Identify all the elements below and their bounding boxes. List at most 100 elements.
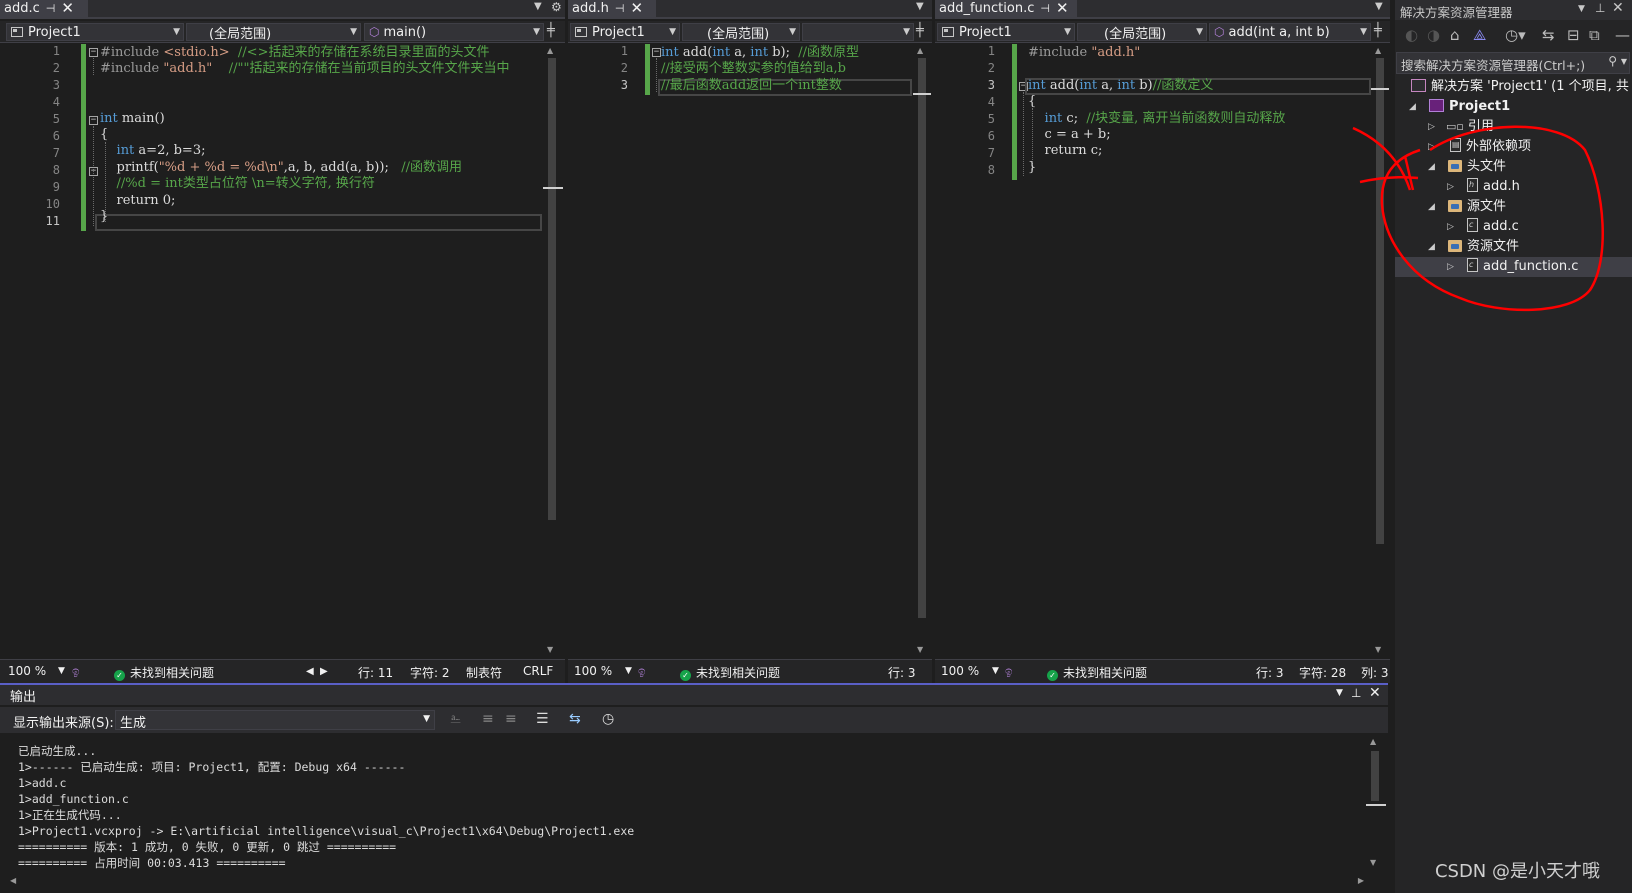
code-area[interactable]: #include <stdio.h> //<>括起来的存储在系统目录里面的头文件… bbox=[100, 44, 542, 644]
scroll-down-icon[interactable]: ▼ bbox=[1370, 858, 1376, 867]
pin-icon[interactable]: ⊥ bbox=[1351, 686, 1361, 700]
line-ending[interactable]: CRLF bbox=[523, 664, 553, 678]
project-combo[interactable]: Project1 ▼ bbox=[937, 23, 1075, 41]
vertical-scrollbar[interactable]: ▲ ▼ bbox=[1372, 44, 1388, 656]
search-icon[interactable]: ⚲ bbox=[1608, 54, 1617, 68]
vertical-scrollbar[interactable]: ▲ ▼ bbox=[544, 44, 560, 656]
split-icon[interactable]: ╪ bbox=[916, 23, 924, 38]
project-combo[interactable]: Project1 ▼ bbox=[570, 23, 680, 41]
zoom-level[interactable]: 100 % bbox=[8, 664, 46, 678]
scroll-down-icon[interactable]: ▼ bbox=[1375, 645, 1381, 654]
expanded-icon[interactable]: ◢ bbox=[1428, 197, 1435, 217]
close-icon[interactable]: ✕ bbox=[61, 1, 74, 16]
chevron-down-icon[interactable]: ▼ bbox=[992, 666, 999, 676]
member-combo[interactable]: ⬡ add(int a, int b) ▼ bbox=[1209, 23, 1371, 41]
chevron-down-icon[interactable]: ▼ bbox=[625, 666, 632, 676]
chevron-down-icon[interactable]: ▼ bbox=[1621, 57, 1627, 66]
code-area[interactable]: #include "add.h" int add(int a, int b)//函… bbox=[1028, 44, 1370, 644]
collapsed-icon[interactable]: ▷ bbox=[1447, 177, 1454, 197]
close-icon[interactable]: ✕ bbox=[1056, 1, 1069, 16]
close-icon[interactable]: ✕ bbox=[1612, 0, 1624, 16]
collapsed-icon[interactable]: ▷ bbox=[1428, 137, 1435, 157]
next-message-icon[interactable]: ≡ bbox=[505, 711, 517, 727]
tab-add-function-c[interactable]: add_function.c ⊣ ✕ bbox=[935, 0, 1077, 17]
scroll-up-icon[interactable]: ▲ bbox=[1370, 737, 1376, 746]
collapsed-icon[interactable]: ▷ bbox=[1447, 257, 1454, 277]
collapsed-icon[interactable]: ▷ bbox=[1428, 117, 1435, 137]
issues-status[interactable]: ✓ 未找到相关问题 bbox=[114, 664, 214, 681]
close-icon[interactable]: ✕ bbox=[1369, 685, 1381, 701]
chevron-down-icon[interactable]: ▼ bbox=[1578, 4, 1585, 14]
tree-headers-folder[interactable]: ◢ 头文件 bbox=[1428, 157, 1506, 177]
fold-toggle[interactable]: − bbox=[89, 116, 98, 125]
sync-icon[interactable]: ⇆ bbox=[1542, 26, 1555, 44]
back-icon[interactable]: ◐ bbox=[1405, 26, 1418, 44]
tree-references[interactable]: ▷ ▭▫ 引用 bbox=[1428, 117, 1494, 137]
split-icon[interactable]: ╪ bbox=[547, 23, 555, 38]
scroll-up-icon[interactable]: ▲ bbox=[917, 46, 923, 55]
scroll-thumb[interactable] bbox=[1371, 751, 1379, 801]
more-icon[interactable]: — bbox=[1615, 26, 1630, 44]
split-icon[interactable]: ╪ bbox=[1374, 23, 1382, 38]
vertical-scrollbar[interactable]: ▲ ▼ bbox=[914, 44, 930, 656]
scroll-thumb[interactable] bbox=[1376, 58, 1384, 544]
intellicode-icon[interactable]: ඉ bbox=[638, 664, 646, 679]
scroll-thumb[interactable] bbox=[918, 58, 926, 618]
scroll-down-icon[interactable]: ▼ bbox=[917, 645, 923, 654]
chevron-down-icon[interactable]: ▼ bbox=[1336, 688, 1343, 698]
prev-message-icon[interactable]: ≡ bbox=[482, 711, 494, 727]
tab-dropdown-icon[interactable]: ▼ bbox=[916, 1, 924, 12]
scroll-up-icon[interactable]: ▲ bbox=[1375, 46, 1381, 55]
tree-sources-folder[interactable]: ◢ 源文件 bbox=[1428, 197, 1506, 217]
fold-toggle[interactable]: − bbox=[89, 167, 98, 176]
output-text[interactable]: 已启动生成... 1>------ 已启动生成: 项目: Project1, 配置… bbox=[18, 733, 634, 871]
source-select[interactable]: 生成 ▼ bbox=[115, 710, 435, 731]
tree-file-add-h[interactable]: ▷ add.h bbox=[1447, 177, 1520, 197]
switch-views-icon[interactable]: ⟁ bbox=[1473, 26, 1486, 44]
issues-status[interactable]: ✓ 未找到相关问题 bbox=[680, 664, 780, 681]
tab-mode[interactable]: 制表符 bbox=[466, 664, 502, 681]
intellicode-icon[interactable]: ඉ bbox=[1005, 664, 1013, 679]
member-combo[interactable]: ▼ bbox=[802, 23, 914, 41]
scroll-left-icon[interactable]: ◀ bbox=[10, 876, 16, 885]
member-combo[interactable]: ⬡ main() ▼ bbox=[364, 23, 544, 41]
expanded-icon[interactable]: ◢ bbox=[1428, 237, 1435, 257]
tab-dropdown-icon[interactable]: ▼ bbox=[1375, 1, 1383, 12]
solution-search-input[interactable]: 搜索解决方案资源管理器(Ctrl+;) ⚲ ▼ bbox=[1396, 52, 1630, 74]
scope-combo[interactable]: (全局范围) ▼ bbox=[1077, 23, 1207, 41]
pin-icon[interactable]: ⊣ bbox=[615, 2, 625, 15]
tree-resources-folder[interactable]: ◢ 资源文件 bbox=[1428, 237, 1519, 257]
close-icon[interactable]: ✕ bbox=[630, 1, 643, 16]
show-all-files-icon[interactable]: ⧉ bbox=[1589, 26, 1600, 44]
pin-icon[interactable]: ⊣ bbox=[1040, 2, 1050, 15]
tree-file-add-c[interactable]: ▷ add.c bbox=[1447, 217, 1519, 237]
fold-toggle[interactable]: − bbox=[89, 48, 98, 57]
pin-icon[interactable]: ⊥ bbox=[1595, 1, 1605, 15]
clock-icon[interactable]: ◷ bbox=[602, 711, 614, 727]
scope-combo[interactable]: (全局范围) ▼ bbox=[186, 23, 361, 41]
output-vertical-scrollbar[interactable]: ▲ ▼ bbox=[1367, 735, 1383, 869]
code-area[interactable]: int add(int a, int b); //函数原型//接受两个整数实参的… bbox=[661, 44, 913, 644]
nav-arrows[interactable]: ◀ ▶ bbox=[306, 666, 328, 677]
output-horizontal-scrollbar[interactable]: ◀ ▶ bbox=[8, 875, 1366, 889]
tab-add-c[interactable]: add.c ⊣ ✕ bbox=[0, 0, 88, 17]
collapsed-icon[interactable]: ▷ bbox=[1447, 217, 1454, 237]
zoom-level[interactable]: 100 % bbox=[941, 664, 979, 678]
scroll-right-icon[interactable]: ▶ bbox=[1358, 876, 1364, 885]
scroll-thumb[interactable] bbox=[548, 58, 556, 520]
goto-message-icon[interactable]: ⎁ bbox=[450, 711, 461, 727]
tree-external-deps[interactable]: ▷ 外部依赖项 bbox=[1428, 137, 1531, 157]
tree-solution[interactable]: 解决方案 'Project1' (1 个项目, 共 bbox=[1411, 77, 1629, 97]
pin-icon[interactable]: ⊣ bbox=[46, 2, 56, 15]
gear-icon[interactable]: ⚙ bbox=[551, 0, 562, 14]
scope-combo[interactable]: (全局范围) ▼ bbox=[682, 23, 800, 41]
tab-dropdown-icon[interactable]: ▼ bbox=[534, 1, 542, 12]
tab-add-h[interactable]: add.h ⊣ ✕ bbox=[568, 0, 656, 17]
collapse-all-icon[interactable]: ⊟ bbox=[1567, 26, 1580, 44]
tree-file-add-function-c[interactable]: ▷ add_function.c bbox=[1447, 257, 1578, 277]
clear-all-icon[interactable]: ☰ bbox=[536, 711, 549, 727]
expanded-icon[interactable]: ◢ bbox=[1428, 157, 1435, 177]
fold-toggle[interactable]: − bbox=[652, 48, 661, 57]
intellicode-icon[interactable]: ඉ bbox=[72, 664, 80, 679]
scroll-down-icon[interactable]: ▼ bbox=[547, 645, 553, 654]
